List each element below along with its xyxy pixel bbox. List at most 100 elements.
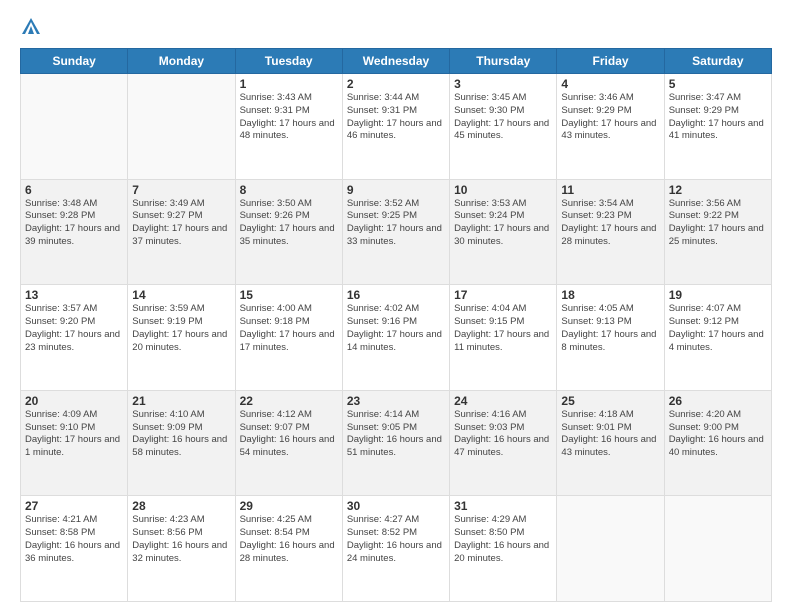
table-row: 26Sunrise: 4:20 AMSunset: 9:00 PMDayligh…: [664, 390, 771, 496]
table-row: 22Sunrise: 4:12 AMSunset: 9:07 PMDayligh…: [235, 390, 342, 496]
table-row: 12Sunrise: 3:56 AMSunset: 9:22 PMDayligh…: [664, 179, 771, 285]
day-info: Sunrise: 3:44 AMSunset: 9:31 PMDaylight:…: [347, 92, 445, 143]
day-number: 10: [454, 183, 552, 197]
day-number: 13: [25, 288, 123, 302]
day-number: 25: [561, 394, 659, 408]
day-number: 23: [347, 394, 445, 408]
day-number: 19: [669, 288, 767, 302]
weekday-header-friday: Friday: [557, 49, 664, 74]
table-row: 7Sunrise: 3:49 AMSunset: 9:27 PMDaylight…: [128, 179, 235, 285]
day-info: Sunrise: 3:57 AMSunset: 9:20 PMDaylight:…: [25, 303, 123, 354]
day-number: 17: [454, 288, 552, 302]
day-number: 7: [132, 183, 230, 197]
logo-icon: [20, 16, 42, 38]
day-number: 30: [347, 499, 445, 513]
table-row: 27Sunrise: 4:21 AMSunset: 8:58 PMDayligh…: [21, 496, 128, 602]
table-row: 15Sunrise: 4:00 AMSunset: 9:18 PMDayligh…: [235, 285, 342, 391]
day-info: Sunrise: 4:27 AMSunset: 8:52 PMDaylight:…: [347, 514, 445, 565]
table-row: 23Sunrise: 4:14 AMSunset: 9:05 PMDayligh…: [342, 390, 449, 496]
day-info: Sunrise: 4:29 AMSunset: 8:50 PMDaylight:…: [454, 514, 552, 565]
table-row: 3Sunrise: 3:45 AMSunset: 9:30 PMDaylight…: [450, 74, 557, 180]
table-row: 5Sunrise: 3:47 AMSunset: 9:29 PMDaylight…: [664, 74, 771, 180]
day-info: Sunrise: 4:12 AMSunset: 9:07 PMDaylight:…: [240, 409, 338, 460]
day-info: Sunrise: 4:25 AMSunset: 8:54 PMDaylight:…: [240, 514, 338, 565]
table-row: 20Sunrise: 4:09 AMSunset: 9:10 PMDayligh…: [21, 390, 128, 496]
day-info: Sunrise: 4:16 AMSunset: 9:03 PMDaylight:…: [454, 409, 552, 460]
day-number: 31: [454, 499, 552, 513]
weekday-header-wednesday: Wednesday: [342, 49, 449, 74]
day-number: 1: [240, 77, 338, 91]
weekday-header-monday: Monday: [128, 49, 235, 74]
table-row: 10Sunrise: 3:53 AMSunset: 9:24 PMDayligh…: [450, 179, 557, 285]
table-row: 28Sunrise: 4:23 AMSunset: 8:56 PMDayligh…: [128, 496, 235, 602]
table-row: 8Sunrise: 3:50 AMSunset: 9:26 PMDaylight…: [235, 179, 342, 285]
logo: [20, 16, 46, 38]
day-info: Sunrise: 4:09 AMSunset: 9:10 PMDaylight:…: [25, 409, 123, 460]
day-info: Sunrise: 4:04 AMSunset: 9:15 PMDaylight:…: [454, 303, 552, 354]
table-row: 30Sunrise: 4:27 AMSunset: 8:52 PMDayligh…: [342, 496, 449, 602]
weekday-header-saturday: Saturday: [664, 49, 771, 74]
day-info: Sunrise: 3:50 AMSunset: 9:26 PMDaylight:…: [240, 198, 338, 249]
table-row: 6Sunrise: 3:48 AMSunset: 9:28 PMDaylight…: [21, 179, 128, 285]
table-row: 25Sunrise: 4:18 AMSunset: 9:01 PMDayligh…: [557, 390, 664, 496]
day-number: 29: [240, 499, 338, 513]
day-number: 21: [132, 394, 230, 408]
day-info: Sunrise: 4:00 AMSunset: 9:18 PMDaylight:…: [240, 303, 338, 354]
day-info: Sunrise: 4:14 AMSunset: 9:05 PMDaylight:…: [347, 409, 445, 460]
table-row: [21, 74, 128, 180]
day-number: 20: [25, 394, 123, 408]
table-row: 2Sunrise: 3:44 AMSunset: 9:31 PMDaylight…: [342, 74, 449, 180]
day-info: Sunrise: 3:52 AMSunset: 9:25 PMDaylight:…: [347, 198, 445, 249]
day-number: 2: [347, 77, 445, 91]
day-info: Sunrise: 4:05 AMSunset: 9:13 PMDaylight:…: [561, 303, 659, 354]
weekday-header-thursday: Thursday: [450, 49, 557, 74]
table-row: 9Sunrise: 3:52 AMSunset: 9:25 PMDaylight…: [342, 179, 449, 285]
table-row: 16Sunrise: 4:02 AMSunset: 9:16 PMDayligh…: [342, 285, 449, 391]
day-number: 12: [669, 183, 767, 197]
table-row: 29Sunrise: 4:25 AMSunset: 8:54 PMDayligh…: [235, 496, 342, 602]
table-row: 17Sunrise: 4:04 AMSunset: 9:15 PMDayligh…: [450, 285, 557, 391]
table-row: 21Sunrise: 4:10 AMSunset: 9:09 PMDayligh…: [128, 390, 235, 496]
day-info: Sunrise: 3:56 AMSunset: 9:22 PMDaylight:…: [669, 198, 767, 249]
day-info: Sunrise: 3:43 AMSunset: 9:31 PMDaylight:…: [240, 92, 338, 143]
day-number: 5: [669, 77, 767, 91]
day-number: 28: [132, 499, 230, 513]
table-row: 4Sunrise: 3:46 AMSunset: 9:29 PMDaylight…: [557, 74, 664, 180]
table-row: 14Sunrise: 3:59 AMSunset: 9:19 PMDayligh…: [128, 285, 235, 391]
calendar: SundayMondayTuesdayWednesdayThursdayFrid…: [20, 48, 772, 602]
table-row: 19Sunrise: 4:07 AMSunset: 9:12 PMDayligh…: [664, 285, 771, 391]
table-row: [128, 74, 235, 180]
day-number: 3: [454, 77, 552, 91]
table-row: [557, 496, 664, 602]
day-info: Sunrise: 3:54 AMSunset: 9:23 PMDaylight:…: [561, 198, 659, 249]
table-row: [664, 496, 771, 602]
day-number: 11: [561, 183, 659, 197]
day-number: 27: [25, 499, 123, 513]
day-number: 18: [561, 288, 659, 302]
day-number: 16: [347, 288, 445, 302]
day-number: 8: [240, 183, 338, 197]
day-number: 4: [561, 77, 659, 91]
table-row: 24Sunrise: 4:16 AMSunset: 9:03 PMDayligh…: [450, 390, 557, 496]
day-number: 15: [240, 288, 338, 302]
day-info: Sunrise: 4:21 AMSunset: 8:58 PMDaylight:…: [25, 514, 123, 565]
day-info: Sunrise: 3:45 AMSunset: 9:30 PMDaylight:…: [454, 92, 552, 143]
day-number: 6: [25, 183, 123, 197]
table-row: 31Sunrise: 4:29 AMSunset: 8:50 PMDayligh…: [450, 496, 557, 602]
day-info: Sunrise: 4:02 AMSunset: 9:16 PMDaylight:…: [347, 303, 445, 354]
day-number: 9: [347, 183, 445, 197]
day-info: Sunrise: 3:47 AMSunset: 9:29 PMDaylight:…: [669, 92, 767, 143]
day-info: Sunrise: 4:07 AMSunset: 9:12 PMDaylight:…: [669, 303, 767, 354]
day-info: Sunrise: 3:49 AMSunset: 9:27 PMDaylight:…: [132, 198, 230, 249]
table-row: 18Sunrise: 4:05 AMSunset: 9:13 PMDayligh…: [557, 285, 664, 391]
day-info: Sunrise: 4:10 AMSunset: 9:09 PMDaylight:…: [132, 409, 230, 460]
day-info: Sunrise: 3:46 AMSunset: 9:29 PMDaylight:…: [561, 92, 659, 143]
table-row: 13Sunrise: 3:57 AMSunset: 9:20 PMDayligh…: [21, 285, 128, 391]
day-number: 24: [454, 394, 552, 408]
day-info: Sunrise: 4:18 AMSunset: 9:01 PMDaylight:…: [561, 409, 659, 460]
weekday-header-tuesday: Tuesday: [235, 49, 342, 74]
day-number: 14: [132, 288, 230, 302]
day-info: Sunrise: 4:20 AMSunset: 9:00 PMDaylight:…: [669, 409, 767, 460]
weekday-header-sunday: Sunday: [21, 49, 128, 74]
day-info: Sunrise: 4:23 AMSunset: 8:56 PMDaylight:…: [132, 514, 230, 565]
